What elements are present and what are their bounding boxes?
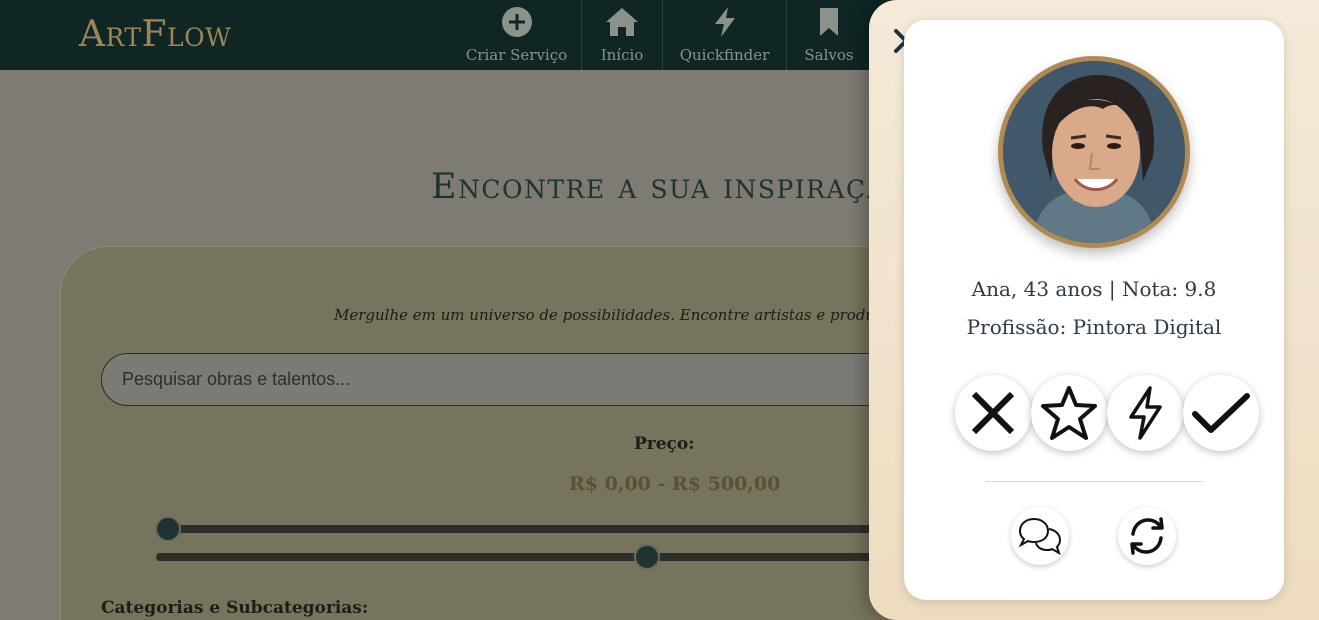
lightning-icon — [705, 4, 745, 40]
reject-icon — [971, 391, 1015, 435]
page-title: Encontre a sua inspiração — [431, 167, 909, 207]
nav-label: Salvos — [804, 46, 854, 64]
quick-match-button[interactable] — [1107, 375, 1183, 451]
logo[interactable]: ArtFlow — [79, 14, 231, 55]
reject-button[interactable] — [955, 375, 1031, 451]
price-min-track[interactable] — [156, 525, 896, 533]
price-label: Preço: — [634, 434, 695, 454]
star-icon — [1041, 386, 1097, 440]
refresh-icon — [1130, 517, 1164, 555]
refresh-button[interactable] — [1118, 507, 1176, 565]
nav-label: Criar Serviço — [465, 46, 568, 64]
nav-item-quickfinder[interactable]: Quickfinder — [663, 0, 787, 70]
profile-name-age-rating: Ana, 43 anos | Nota: 9.8 — [971, 277, 1217, 301]
nav-item-home[interactable]: Início — [582, 0, 663, 70]
plus-circle-icon — [497, 4, 537, 40]
favorite-button[interactable] — [1031, 375, 1107, 451]
lightning-icon — [1129, 386, 1162, 440]
categories-label: Categorias e Subcategorias: — [101, 598, 369, 618]
chat-button[interactable] — [1011, 507, 1069, 565]
check-icon — [1192, 393, 1250, 433]
profile-profession: Profissão: Pintora Digital — [966, 315, 1222, 339]
nav-label: Início — [600, 46, 644, 64]
search-subtitle: Mergulhe em um universo de possibilidade… — [334, 306, 951, 324]
actions-divider — [986, 481, 1203, 482]
search-panel — [60, 246, 980, 620]
nav-item-create-service[interactable]: Criar Serviço — [452, 0, 582, 70]
nav-item-saved[interactable]: Salvos — [787, 0, 871, 70]
price-max-track[interactable] — [156, 553, 896, 561]
avatar — [998, 56, 1190, 248]
price-range-value: R$ 0,00 - R$ 500,00 — [569, 473, 781, 495]
chat-icon — [1018, 517, 1062, 556]
bookmark-icon — [809, 4, 849, 40]
home-icon — [602, 4, 642, 40]
price-min-thumb[interactable] — [155, 516, 181, 542]
search-input[interactable] — [101, 353, 921, 406]
nav-label: Quickfinder — [679, 46, 770, 64]
nav-menu: Criar Serviço Início Quickfinder Salvos — [452, 0, 871, 70]
accept-button[interactable] — [1183, 375, 1259, 451]
